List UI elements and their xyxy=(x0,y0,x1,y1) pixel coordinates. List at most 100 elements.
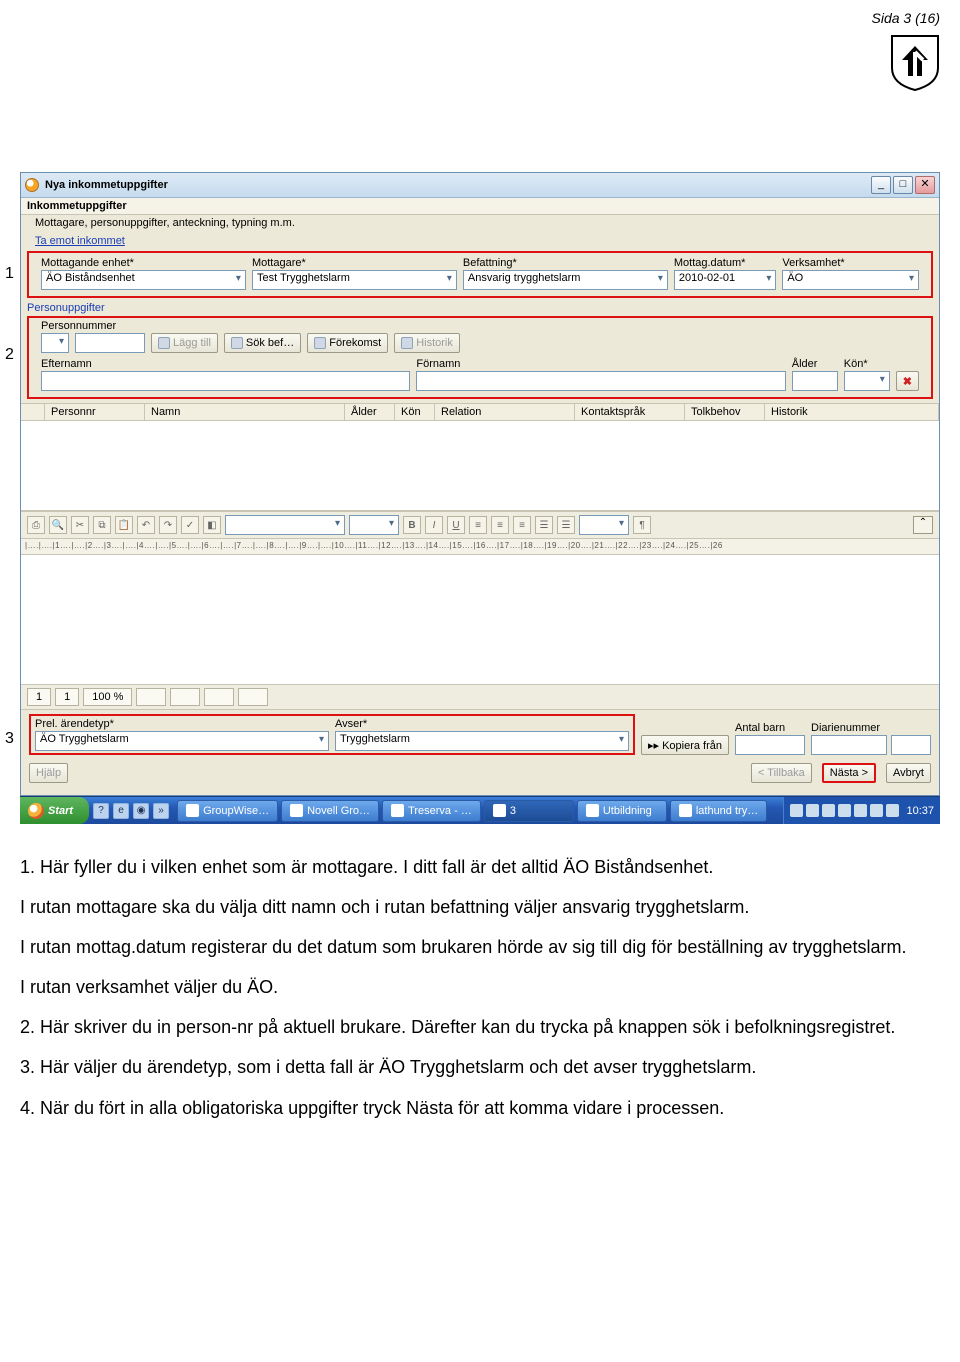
preview-icon[interactable]: 🔍 xyxy=(49,516,67,534)
avbryt-button[interactable]: Avbryt xyxy=(886,763,931,783)
copy-icon[interactable]: ⧉ xyxy=(93,516,111,534)
befattning-select[interactable]: Ansvarig trygghetslarm xyxy=(463,270,668,290)
para-2: 2. Här skriver du in person-nr på aktuel… xyxy=(20,1014,940,1040)
app-icon xyxy=(391,804,404,817)
hjalp-button[interactable]: Hjälp xyxy=(29,763,68,783)
font-select[interactable] xyxy=(225,515,345,535)
mottag-datum-label: Mottag.datum* xyxy=(674,257,776,269)
taskbar-groupwise[interactable]: GroupWise… xyxy=(177,800,278,822)
annotation-2: 2 xyxy=(5,346,14,364)
italic-icon[interactable]: I xyxy=(425,516,443,534)
pilcrow-icon[interactable]: ¶ xyxy=(633,516,651,534)
align-right-icon[interactable]: ≡ xyxy=(513,516,531,534)
personnummer-label: Personnummer xyxy=(41,320,69,332)
tray-icon[interactable] xyxy=(886,804,899,817)
fornamn-label: Förnamn xyxy=(416,358,785,370)
taskbar-lathund[interactable]: lathund try… xyxy=(670,800,767,822)
lagg-till-button[interactable]: Lägg till xyxy=(151,333,218,353)
align-left-icon[interactable]: ≡ xyxy=(469,516,487,534)
diarienummer-suffix[interactable] xyxy=(891,735,931,755)
size-select[interactable] xyxy=(349,515,399,535)
tray-clock: 10:37 xyxy=(906,805,934,817)
app-window: Nya inkommetuppgifter _ □ ✕ Inkommetuppg… xyxy=(20,172,940,796)
para-1a: 1. Här fyller du i vilken enhet som är m… xyxy=(20,854,940,880)
kon-select[interactable] xyxy=(844,371,890,391)
print-icon[interactable]: ⎙ xyxy=(27,516,45,534)
historik-button[interactable]: Historik xyxy=(394,333,460,353)
forekomst-button[interactable]: Förekomst xyxy=(307,333,388,353)
system-tray: 10:37 xyxy=(783,797,940,824)
paste-icon[interactable]: 📋 xyxy=(115,516,133,534)
kopiera-fran-button[interactable]: ▸▸ Kopiera från xyxy=(641,735,729,755)
personnummer-prefix-select[interactable] xyxy=(41,333,69,353)
redo-icon[interactable]: ↷ xyxy=(159,516,177,534)
underline-icon[interactable]: U xyxy=(447,516,465,534)
tray-icon[interactable] xyxy=(822,804,835,817)
arendetyp-select[interactable]: ÄO Trygghetslarm xyxy=(35,731,329,751)
numbers-icon[interactable]: ☰ xyxy=(557,516,575,534)
verksamhet-label: Verksamhet* xyxy=(782,257,919,269)
bullets-icon[interactable]: ☰ xyxy=(535,516,553,534)
close-button[interactable]: ✕ xyxy=(915,176,935,194)
fornamn-input[interactable] xyxy=(416,371,785,391)
sok-bef-button[interactable]: Sök bef… xyxy=(224,333,301,353)
mottag-datum-select[interactable]: 2010-02-01 xyxy=(674,270,776,290)
titlebar: Nya inkommetuppgifter _ □ ✕ xyxy=(21,173,939,198)
efternamn-label: Efternamn xyxy=(41,358,410,370)
start-button[interactable]: Start xyxy=(20,797,89,824)
taskbar-utbildning[interactable]: Utbildning xyxy=(577,800,667,822)
para-1d: I rutan verksamhet väljer du ÄO. xyxy=(20,974,940,1000)
bold-icon[interactable]: B xyxy=(403,516,421,534)
style-select[interactable] xyxy=(579,515,629,535)
tray-icon[interactable] xyxy=(806,804,819,817)
taskbar-novell[interactable]: Novell Gro… xyxy=(281,800,379,822)
folder-icon xyxy=(586,804,599,817)
annotation-1: 1 xyxy=(5,265,14,283)
lock-icon xyxy=(158,337,170,349)
taskbar-three[interactable]: 3 xyxy=(484,800,574,822)
tillbaka-button[interactable]: < Tillbaka xyxy=(751,763,812,783)
ruler: |….|….|1….|….|2….|3….|….|4….|….|5….|….|6… xyxy=(21,539,939,555)
windows-logo-icon xyxy=(28,803,44,819)
verksamhet-select[interactable]: ÄO xyxy=(782,270,919,290)
minimize-button[interactable]: _ xyxy=(871,176,891,194)
para-4: 4. När du fört in alla obligatoriska upp… xyxy=(20,1095,940,1121)
tray-icon[interactable] xyxy=(854,804,867,817)
efternamn-input[interactable] xyxy=(41,371,410,391)
window-title: Nya inkommetuppgifter xyxy=(45,179,871,191)
tray-icon[interactable] xyxy=(790,804,803,817)
antal-barn-label: Antal barn xyxy=(735,722,805,734)
spellcheck-icon[interactable]: ✓ xyxy=(181,516,199,534)
mottagare-select[interactable]: Test Trygghetslarm xyxy=(252,270,457,290)
taskbar: Start ? e ◉ » GroupWise… Novell Gro… Tre… xyxy=(20,796,940,824)
undo-icon[interactable]: ↶ xyxy=(137,516,155,534)
antal-barn-input[interactable] xyxy=(735,735,805,755)
diarienummer-input[interactable] xyxy=(811,735,887,755)
ta-emot-link[interactable]: Ta emot inkommet xyxy=(35,235,125,247)
quicklaunch-media-icon[interactable]: ◉ xyxy=(133,803,149,819)
quicklaunch-help-icon[interactable]: ? xyxy=(93,803,109,819)
para-1c: I rutan mottag.datum registerar du det d… xyxy=(20,934,940,960)
expand-button[interactable]: ⌃ xyxy=(913,516,933,534)
rich-text-editor[interactable] xyxy=(21,555,939,685)
diarienummer-label: Diarienummer xyxy=(811,722,931,734)
avser-select[interactable]: Trygghetslarm xyxy=(335,731,629,751)
quicklaunch-more-icon[interactable]: » xyxy=(153,803,169,819)
mottag-enhet-select[interactable]: ÄO Biståndsenhet xyxy=(41,270,246,290)
clear-button[interactable]: ✖ xyxy=(896,371,919,391)
befattning-label: Befattning* xyxy=(463,257,668,269)
nasta-button[interactable]: Nästa > xyxy=(822,763,876,783)
tray-icon[interactable] xyxy=(838,804,851,817)
app-icon xyxy=(186,804,199,817)
rt-toolbar: ⎙ 🔍 ✂ ⧉ 📋 ↶ ↷ ✓ ◧ B I U ≡ ≡ ≡ ☰ ☰ ¶ ⌃ xyxy=(21,511,939,539)
alder-input[interactable] xyxy=(792,371,838,391)
align-center-icon[interactable]: ≡ xyxy=(491,516,509,534)
maximize-button[interactable]: □ xyxy=(893,176,913,194)
insert-icon[interactable]: ◧ xyxy=(203,516,221,534)
quicklaunch-ie-icon[interactable]: e xyxy=(113,803,129,819)
person-table-body xyxy=(21,421,939,511)
taskbar-treserva[interactable]: Treserva - … xyxy=(382,800,481,822)
cut-icon[interactable]: ✂ xyxy=(71,516,89,534)
tray-icon[interactable] xyxy=(870,804,883,817)
personnummer-input[interactable] xyxy=(75,333,145,353)
